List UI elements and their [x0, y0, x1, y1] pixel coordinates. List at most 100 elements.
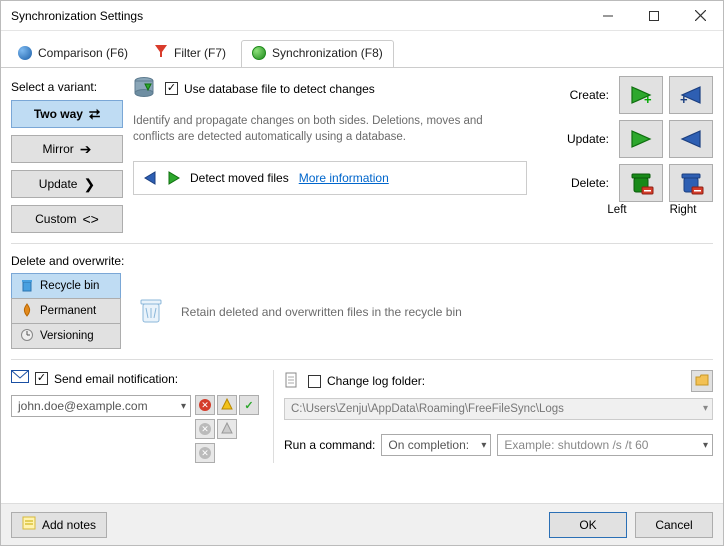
variant-label: Two way	[34, 107, 83, 121]
diamond-icon: <>	[82, 212, 98, 226]
tab-label: Synchronization (F8)	[272, 46, 383, 60]
chevron-down-icon: ▾	[703, 403, 708, 414]
tab-synchronization[interactable]: Synchronization (F8)	[241, 40, 394, 67]
create-left-button[interactable]: +	[619, 76, 663, 114]
notify-error-only-button[interactable]: ✕	[195, 443, 215, 463]
email-value: john.doe@example.com	[18, 399, 148, 413]
permanent-button[interactable]: Permanent	[11, 298, 121, 324]
detect-moved-box: Detect moved files More information	[133, 161, 527, 195]
close-button[interactable]	[677, 1, 723, 31]
variants-heading: Select a variant:	[11, 80, 123, 94]
actions-column: Create: + + Update: Delete:	[537, 76, 713, 233]
create-label: Create:	[567, 88, 613, 102]
error-grey-icon: ✕	[199, 423, 211, 435]
warning-icon	[221, 398, 233, 413]
button-label: OK	[579, 518, 596, 532]
update-label: Update:	[567, 132, 613, 146]
tab-label: Filter (F7)	[174, 46, 226, 60]
flame-icon	[20, 303, 34, 320]
add-notes-button[interactable]: Add notes	[11, 512, 107, 538]
create-right-button[interactable]: +	[669, 76, 713, 114]
variant-mirror[interactable]: Mirror ➔	[11, 135, 123, 163]
funnel-icon	[154, 44, 168, 61]
tab-filter[interactable]: Filter (F7)	[143, 38, 237, 68]
checkbox-label: Change log folder:	[327, 374, 425, 388]
variant-column: Select a variant: Two way ⮂ Mirror ➔ Upd…	[11, 76, 123, 233]
svg-text:+: +	[680, 92, 688, 107]
variant-label: Custom	[35, 212, 76, 226]
send-email-checkbox[interactable]: ✓ Send email notification:	[35, 372, 178, 386]
tab-comparison[interactable]: Comparison (F6)	[7, 40, 139, 67]
variant-label: Mirror	[42, 142, 73, 156]
more-info-link[interactable]: More information	[299, 171, 389, 185]
two-way-arrow-icon: ⮂	[89, 107, 100, 121]
notify-warning-disabled-button[interactable]	[217, 419, 237, 439]
log-folder-path[interactable]: C:\Users\Zenju\AppData\Roaming\FreeFileS…	[284, 398, 713, 420]
detect-arrows-icon	[144, 170, 180, 186]
delete-overwrite-heading: Delete and overwrite:	[11, 254, 713, 268]
right-column-label: Right	[661, 204, 705, 216]
chevron-down-icon: ▾	[481, 440, 486, 451]
delete-left-button[interactable]	[619, 164, 663, 202]
notify-error-disabled-button[interactable]: ✕	[195, 419, 215, 439]
clock-icon	[20, 328, 34, 345]
tab-label: Comparison (F6)	[38, 46, 128, 60]
log-command-panel: ✓ Change log folder: C:\Users\Zenju\AppD…	[284, 370, 713, 463]
variant-two-way[interactable]: Two way ⮂	[11, 100, 123, 128]
mail-icon	[11, 370, 29, 387]
tab-bar: Comparison (F6) Filter (F7) Synchronizat…	[1, 31, 723, 68]
ok-button[interactable]: OK	[549, 512, 627, 538]
description-column: ✓ Use database file to detect changes Id…	[123, 76, 537, 233]
chevron-down-icon: ▾	[703, 440, 708, 451]
dov-label: Versioning	[40, 330, 94, 342]
update-right-button[interactable]	[669, 120, 713, 158]
variant-description: Identify and propagate changes on both s…	[133, 113, 527, 145]
window-title: Synchronization Settings	[11, 9, 585, 23]
command-input[interactable]: Example: shutdown /s /t 60 ▾	[497, 434, 713, 456]
browse-folder-button[interactable]	[691, 370, 713, 392]
command-placeholder: Example: shutdown /s /t 60	[504, 438, 648, 452]
checkbox-box-icon: ✓	[35, 372, 48, 385]
error-grey2-icon: ✕	[199, 447, 211, 459]
success-icon: ✓	[244, 399, 253, 412]
detect-moved-label: Detect moved files	[190, 171, 289, 185]
change-log-folder-checkbox[interactable]: ✓ Change log folder:	[308, 374, 425, 388]
recycle-bin-button[interactable]: Recycle bin	[11, 273, 121, 299]
run-command-label: Run a command:	[284, 438, 375, 452]
chevron-down-icon: ▾	[181, 401, 186, 412]
notify-success-button[interactable]: ✓	[239, 395, 259, 415]
svg-text:+: +	[644, 92, 652, 107]
title-bar: Synchronization Settings	[1, 1, 723, 31]
dialog-footer: Add notes OK Cancel	[1, 503, 723, 545]
notify-error-button[interactable]: ✕	[195, 395, 215, 415]
chevron-right-icon: ❯	[83, 177, 95, 191]
log-path-value: C:\Users\Zenju\AppData\Roaming\FreeFileS…	[291, 403, 564, 415]
email-address-combo[interactable]: john.doe@example.com ▾	[11, 395, 191, 417]
database-icon	[133, 76, 155, 101]
recycle-bin-icon	[20, 278, 34, 295]
dov-description: Retain deleted and overwritten files in …	[181, 305, 462, 319]
checkbox-label: Use database file to detect changes	[184, 82, 375, 96]
maximize-button[interactable]	[631, 1, 677, 31]
variant-update[interactable]: Update ❯	[11, 170, 123, 198]
delete-right-button[interactable]	[669, 164, 713, 202]
gear-icon	[252, 46, 266, 60]
minimize-button[interactable]	[585, 1, 631, 31]
cancel-button[interactable]: Cancel	[635, 512, 713, 538]
folder-icon	[695, 374, 709, 389]
variant-custom[interactable]: Custom <>	[11, 205, 123, 233]
recycle-bin-large-icon	[135, 294, 167, 329]
command-timing-combo[interactable]: On completion: ▾	[381, 434, 491, 456]
error-icon: ✕	[199, 399, 211, 411]
notify-warning-button[interactable]	[217, 395, 237, 415]
note-icon	[22, 516, 36, 533]
checkbox-label: Send email notification:	[54, 372, 178, 386]
button-label: Add notes	[42, 518, 96, 532]
versioning-button[interactable]: Versioning	[11, 323, 121, 349]
update-left-button[interactable]	[619, 120, 663, 158]
dov-label: Permanent	[40, 305, 96, 317]
dov-label: Recycle bin	[40, 280, 99, 292]
variant-label: Update	[39, 177, 78, 191]
use-database-checkbox[interactable]: ✓ Use database file to detect changes	[165, 82, 375, 96]
checkbox-box-icon: ✓	[308, 375, 321, 388]
